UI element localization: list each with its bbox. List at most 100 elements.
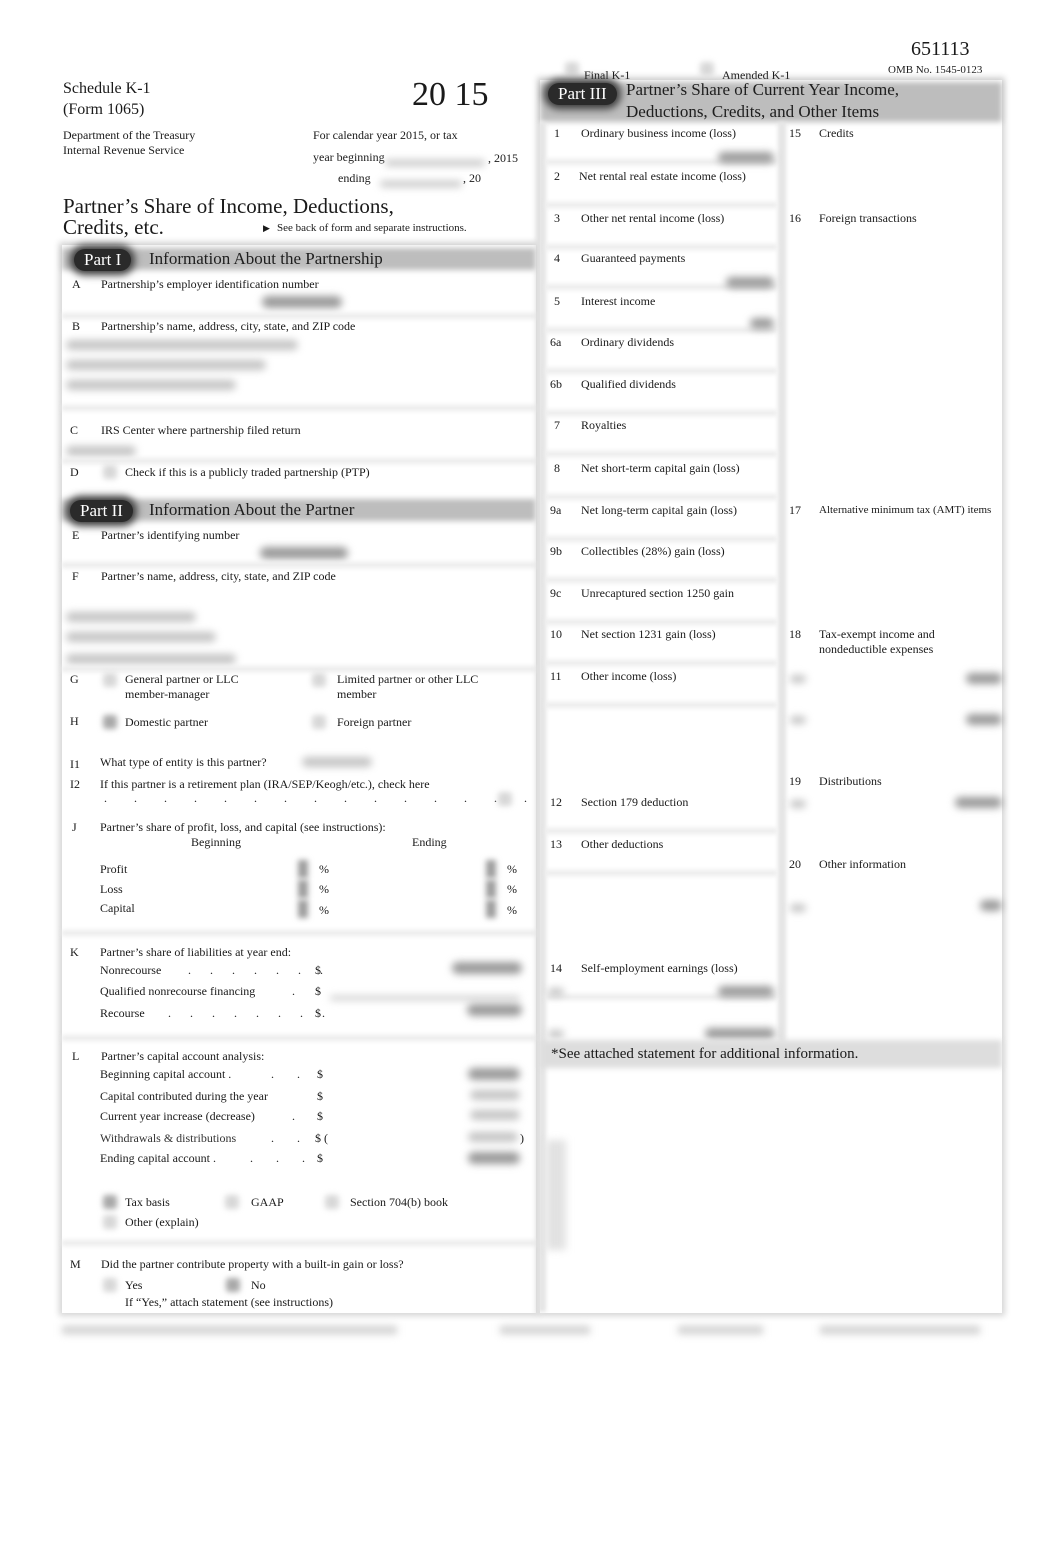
capital-contributed-value[interactable] [470,1090,520,1100]
box14-amount-c[interactable] [705,1028,775,1039]
other-basis-checkbox[interactable] [103,1215,117,1229]
other-basis-label: Other (explain) [125,1215,199,1229]
box14-code-a [548,988,564,996]
box18-amount-1[interactable] [966,673,1002,684]
limited-partner-label: Limited partner or other LLC [337,672,479,686]
domestic-partner-checkbox[interactable] [103,715,117,729]
limited-partner-checkbox[interactable] [312,673,326,687]
recourse-value[interactable] [467,1004,522,1016]
capital-beginning-value[interactable] [298,900,308,918]
qnf-value[interactable] [330,996,520,1000]
partner-name-value[interactable] [66,612,196,622]
entity-type-value[interactable] [302,757,372,767]
box-8-field[interactable] [545,494,777,500]
partner-city-value[interactable] [66,654,236,664]
box20-amount[interactable] [980,900,1002,911]
box-11-number: 11 [550,669,562,683]
box14-amount-a[interactable] [718,986,774,997]
current-year-increase-value[interactable] [470,1110,520,1120]
footer-text-blurred [62,1326,397,1334]
item-m-label: Did the partner contribute property with… [101,1257,404,1271]
box1-amount[interactable] [718,152,774,163]
part3-title-line-1: Partner’s Share of Current Year Income, [626,80,900,99]
partner-id-value[interactable] [260,547,348,559]
m-yes-checkbox[interactable] [103,1278,117,1292]
box-10-label: Net section 1231 gain (loss) [581,627,716,641]
box-12-field[interactable] [545,828,777,834]
box-20-label: Other information [819,857,906,871]
foreign-partner-checkbox[interactable] [312,715,326,729]
year-beginning-label: year beginning [313,150,385,164]
box-10-field[interactable] [545,660,777,666]
box-13-field[interactable] [545,870,777,876]
gaap-checkbox[interactable] [225,1195,239,1209]
box-9a-field[interactable] [545,536,777,542]
box4-amount[interactable] [726,277,774,288]
ending-capital-value[interactable] [468,1152,520,1164]
agency-line-1: Department of the Treasury [63,128,196,142]
left-margin-divider [538,122,546,1312]
box-11-label: Other income (loss) [581,669,677,683]
box18-code-1 [790,675,806,683]
m-no-checkbox[interactable] [226,1278,240,1292]
j-loss-label: Loss [100,882,123,896]
currency-sign: $ [315,963,321,977]
partner-address-value[interactable] [66,632,216,642]
ending-field[interactable] [380,181,462,187]
box19-amount[interactable] [955,797,1002,808]
m-yes-label: Yes [125,1278,143,1292]
box-7-field[interactable] [545,451,777,457]
box-2-label: Net rental real estate income (loss) [579,169,746,183]
tax-year: 20 15 [412,76,489,113]
irs-center-value[interactable] [66,446,136,456]
partnership-city-value[interactable] [66,380,236,390]
item-c-label: IRS Center where partnership filed retur… [101,423,301,437]
loss-beginning-value[interactable] [298,880,308,898]
item-l-key: L [72,1049,80,1063]
box-5-field[interactable] [545,327,777,333]
box-3-field[interactable] [545,244,777,250]
capital-ending-value[interactable] [486,900,496,918]
box-5-label: Interest income [581,294,656,308]
final-k1-label: Final K-1 [584,68,631,82]
item-b-label: Partnership’s name, address, city, state… [101,319,356,333]
final-k1-checkbox[interactable] [565,62,579,76]
tax-basis-checkbox[interactable] [103,1195,117,1209]
partnership-name-value[interactable] [66,340,298,350]
box-9c-number: 9c [550,586,562,600]
retirement-plan-checkbox[interactable] [498,792,512,806]
general-partner-checkbox[interactable] [103,673,117,687]
nonrecourse-value[interactable] [452,962,522,974]
amended-k1-checkbox[interactable] [700,62,714,76]
statement-note: *See attached statement for additional i… [551,1046,859,1062]
item-k-label: Partner’s share of liabilities at year e… [100,945,292,959]
box-9b-label: Collectibles (28%) gain (loss) [581,544,725,558]
partnership-ein-value[interactable] [262,296,342,308]
tax-basis-label: Tax basis [125,1195,170,1209]
item-e-label: Partner’s identifying number [101,528,240,542]
general-partner-label: General partner or LLC [125,672,239,686]
box-9b-field[interactable] [545,577,777,583]
box-9c-field[interactable] [545,619,777,625]
box-1-label: Ordinary business income (loss) [581,126,736,140]
year-beginning-field[interactable] [385,160,485,166]
section-704b-checkbox[interactable] [325,1195,339,1209]
box-13-number: 13 [550,837,562,851]
loss-ending-value[interactable] [486,880,496,898]
box-6a-field[interactable] [545,368,777,374]
withdrawals-value[interactable] [468,1132,518,1142]
beginning-capital-value[interactable] [468,1068,520,1080]
profit-beginning-value[interactable] [298,860,308,878]
box-11-field[interactable] [545,702,777,708]
partnership-address-value[interactable] [66,360,266,370]
form-id-number: 651113 [911,38,970,60]
ptp-checkbox[interactable] [103,465,117,479]
domestic-partner-label: Domestic partner [125,715,208,729]
box-6b-field[interactable] [545,410,777,416]
box-2-field[interactable] [545,202,777,208]
box5-amount[interactable] [750,318,774,329]
divider [62,458,536,464]
box18-amount-2[interactable] [966,714,1002,725]
currency-sign: $ [315,984,321,998]
profit-ending-value[interactable] [486,860,496,878]
